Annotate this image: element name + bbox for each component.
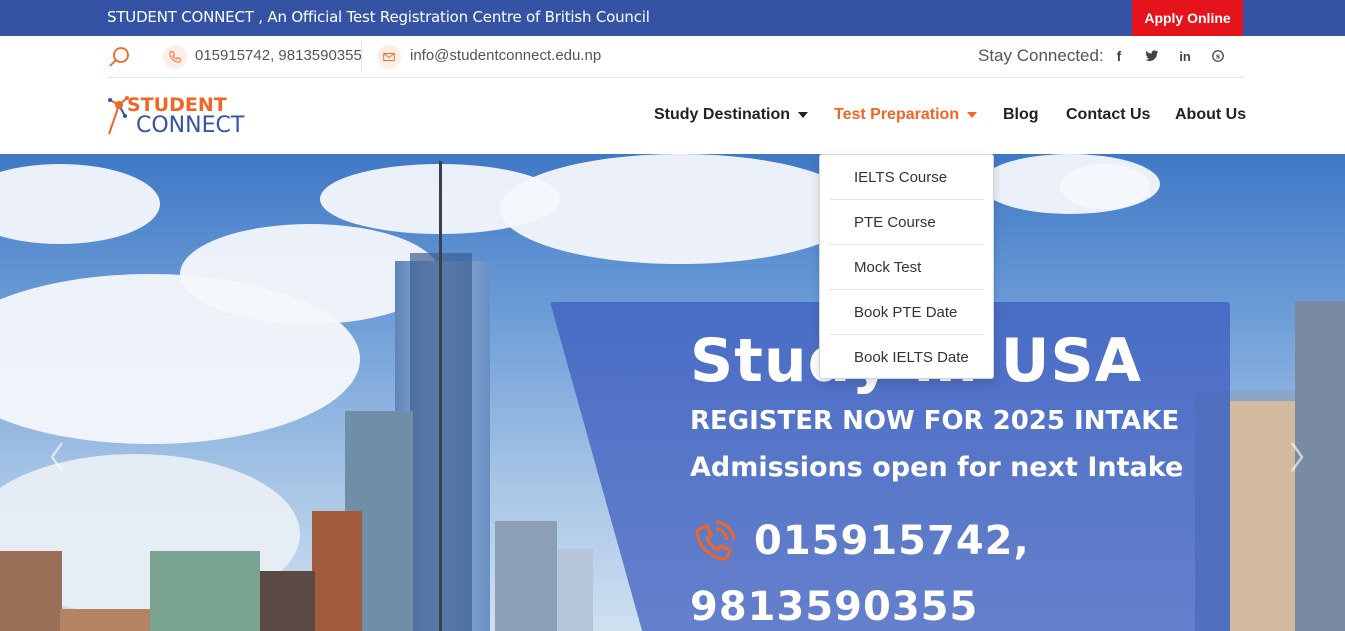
caret-down-icon — [967, 112, 978, 118]
cloud — [500, 154, 860, 264]
hero-subtitle-2: Admissions open for next Intake — [690, 452, 1184, 483]
dropdown-item-ielts-course[interactable]: IELTS Course — [830, 155, 984, 200]
logo-text-connect: CONNECT — [136, 113, 245, 138]
skype-icon[interactable]: s — [1209, 46, 1227, 66]
phone-icon — [692, 520, 736, 564]
next-slide-arrow-icon[interactable] — [1288, 439, 1308, 475]
email-text[interactable]: info@studentconnect.edu.np — [410, 47, 601, 64]
hero-subtitle: REGISTER NOW FOR 2025 INTAKE — [690, 406, 1180, 436]
building — [312, 511, 362, 631]
twitter-icon[interactable] — [1143, 46, 1161, 66]
nav-label: Blog — [1003, 106, 1039, 123]
dropdown-item-book-pte-date[interactable]: Book PTE Date — [830, 290, 984, 335]
nav-label: About Us — [1175, 106, 1247, 123]
building — [0, 551, 62, 631]
divider — [361, 41, 362, 71]
hero-phone-2[interactable]: 9813590355 — [690, 584, 978, 630]
phone-icon — [163, 45, 187, 69]
email-icon — [377, 45, 401, 69]
search-icon[interactable] — [107, 45, 131, 69]
nav-blog[interactable]: Blog — [1003, 104, 1039, 126]
dropdown-item-book-ielts-date[interactable]: Book IELTS Date — [830, 335, 984, 380]
nav-label: Test Preparation — [834, 106, 960, 123]
site-logo[interactable]: STUDENT CONNECT — [107, 94, 247, 138]
building — [495, 521, 557, 631]
hero-phone-1[interactable]: 015915742, — [754, 518, 1030, 564]
dropdown-item-pte-course[interactable]: PTE Course — [830, 200, 984, 245]
building — [60, 609, 150, 631]
building — [255, 571, 315, 631]
contact-bar: 015915742, 9813590355 info@studentconnec… — [107, 36, 1243, 78]
nav-contact-us[interactable]: Contact Us — [1066, 104, 1150, 126]
dropdown-item-mock-test[interactable]: Mock Test — [830, 245, 984, 290]
apply-online-button[interactable]: Apply Online — [1132, 0, 1243, 36]
cloud — [1060, 164, 1150, 209]
nav-about-us[interactable]: About Us — [1175, 104, 1246, 126]
tagline: STUDENT CONNECT , An Official Test Regis… — [107, 8, 650, 26]
building — [150, 551, 260, 631]
hero-slider: Study in USA REGISTER NOW FOR 2025 INTAK… — [0, 154, 1345, 631]
facebook-icon[interactable]: f — [1110, 46, 1128, 66]
nav-label: Study Destination — [654, 106, 791, 123]
test-preparation-dropdown: IELTS Course PTE Course Mock Test Book P… — [819, 154, 994, 379]
top-bar: STUDENT CONNECT , An Official Test Regis… — [0, 0, 1345, 36]
nav-label: Contact Us — [1066, 106, 1151, 123]
phone-text[interactable]: 015915742, 9813590355 — [195, 47, 362, 64]
caret-down-icon — [798, 112, 809, 118]
nav-test-preparation[interactable]: Test Preparation — [834, 104, 978, 126]
prev-slide-arrow-icon[interactable] — [46, 439, 66, 475]
nav-study-destination[interactable]: Study Destination — [654, 104, 809, 126]
building — [1230, 401, 1295, 631]
building — [557, 549, 593, 631]
svg-text:s: s — [1216, 53, 1220, 61]
linkedin-icon[interactable]: in — [1176, 46, 1194, 66]
spire — [439, 161, 442, 631]
stay-connected-label: Stay Connected: — [978, 46, 1104, 65]
